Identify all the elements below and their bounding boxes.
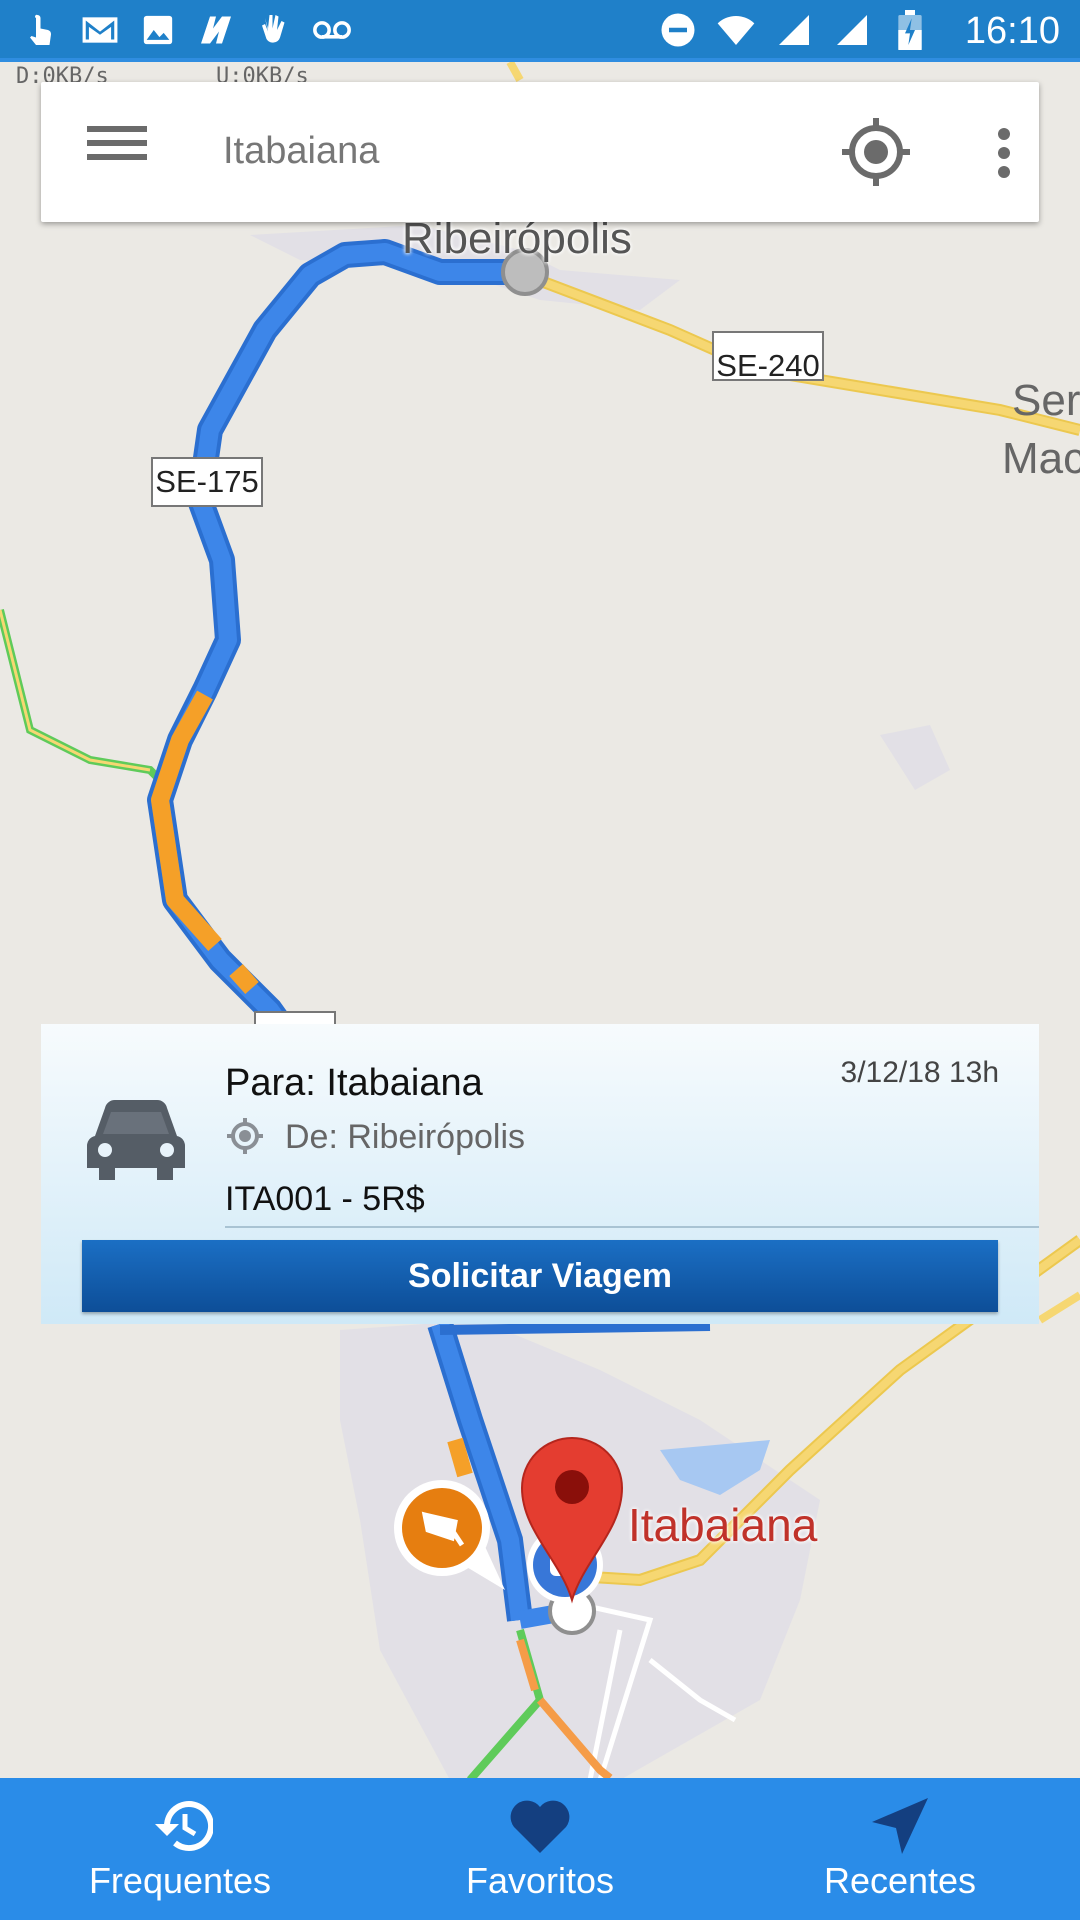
nav-frequentes[interactable]: Frequentes — [80, 1778, 280, 1920]
n-app-icon — [196, 10, 236, 50]
voicemail-icon — [312, 10, 352, 50]
trip-code-price: ITA001 - 5R$ — [225, 1180, 425, 1218]
signal-icon — [832, 10, 872, 50]
hand-icon — [254, 10, 294, 50]
search-bar: Itabaiana — [41, 82, 1039, 222]
navigation-arrow-icon — [864, 1794, 936, 1858]
system-icons — [658, 10, 930, 50]
do-not-disturb-icon — [658, 10, 698, 50]
divider — [225, 1226, 1039, 1228]
notification-icons — [22, 10, 352, 50]
signal-icon — [774, 10, 814, 50]
map-view[interactable]: Ribeirópolis SE-240 SE-175 Ser Mac Itaba… — [0, 62, 1080, 1778]
road-shield-se240: SE-240 — [716, 348, 820, 383]
map-label-mac: Mac — [1002, 434, 1080, 483]
my-location-icon[interactable] — [836, 112, 916, 192]
nav-label-recentes: Recentes — [823, 1860, 977, 1901]
nav-label-favoritos: Favoritos — [465, 1860, 615, 1901]
map-label-itabaiana: Itabaiana — [628, 1499, 818, 1551]
nav-recentes[interactable]: Recentes — [800, 1778, 1000, 1920]
map-label-ser: Ser — [1012, 376, 1080, 425]
car-icon — [81, 1088, 191, 1188]
trip-destination: Para: Itabaiana — [225, 1062, 483, 1104]
trip-origin: De: Ribeirópolis — [285, 1118, 525, 1156]
image-icon — [138, 10, 178, 50]
nav-label-frequentes: Frequentes — [88, 1860, 272, 1901]
road-shield-se175: SE-175 — [155, 464, 259, 499]
trip-card: Para: Itabaiana 3/12/18 13h De: Ribeiróp… — [41, 1024, 1039, 1324]
request-trip-button[interactable]: Solicitar Viagem — [82, 1240, 998, 1312]
map-canvas[interactable] — [0, 62, 1080, 1778]
status-bar: 16:10 — [0, 0, 1080, 62]
menu-icon[interactable] — [77, 118, 157, 188]
heart-icon — [504, 1794, 576, 1858]
bottom-navigation: Frequentes Favoritos Recentes — [0, 1778, 1080, 1920]
battery-icon — [890, 10, 930, 50]
clock: 16:10 — [964, 10, 1060, 52]
history-icon — [144, 1794, 216, 1858]
more-options-icon[interactable] — [979, 112, 1029, 192]
search-input[interactable]: Itabaiana — [223, 130, 379, 173]
nav-favoritos[interactable]: Favoritos — [440, 1778, 640, 1920]
gmail-icon — [80, 10, 120, 50]
trip-date: 3/12/18 13h — [840, 1056, 999, 1089]
origin-location-icon — [225, 1116, 265, 1156]
touch-icon — [22, 10, 62, 50]
wifi-icon — [716, 10, 756, 50]
